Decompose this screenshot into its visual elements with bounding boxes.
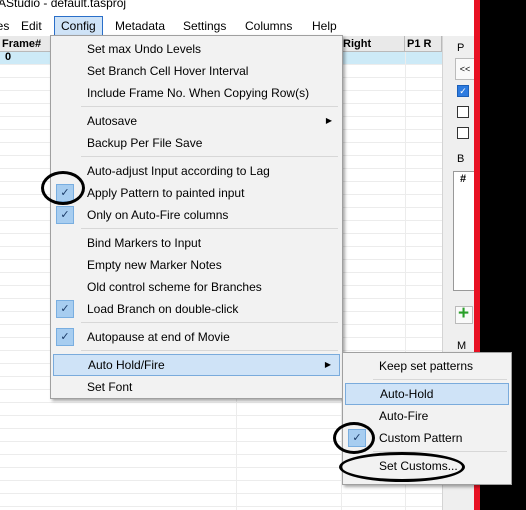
menu-settings[interactable]: Settings bbox=[177, 16, 232, 36]
menu-bar: ies Edit Config Metadata Settings Column… bbox=[0, 14, 474, 38]
frame-number: 0 bbox=[5, 51, 12, 63]
menu-item-auto-hold-fire[interactable]: Auto Hold/Fire ▶ bbox=[53, 354, 340, 376]
rewind-button[interactable]: << bbox=[455, 58, 475, 80]
menu-item-backup[interactable]: Backup Per File Save bbox=[53, 132, 340, 154]
menu-movies[interactable]: ies bbox=[0, 16, 15, 36]
menu-item-keep-patterns[interactable]: Keep set patterns bbox=[345, 355, 509, 377]
add-branch-button[interactable]: + bbox=[455, 303, 473, 324]
column-header-p1r[interactable]: P1 R bbox=[405, 36, 442, 52]
plus-icon: + bbox=[458, 303, 470, 324]
menu-item-load-branch[interactable]: ✓ Load Branch on double-click bbox=[53, 298, 340, 320]
menu-item-apply-pattern[interactable]: ✓ Apply Pattern to painted input bbox=[53, 182, 340, 204]
menu-separator bbox=[373, 379, 507, 380]
menu-edit[interactable]: Edit bbox=[15, 16, 48, 36]
markers-group-label: M bbox=[457, 340, 467, 352]
menu-separator bbox=[81, 322, 338, 323]
menu-columns[interactable]: Columns bbox=[239, 16, 298, 36]
menu-item-empty-notes[interactable]: Empty new Marker Notes bbox=[53, 254, 340, 276]
config-menu: Set max Undo Levels Set Branch Cell Hove… bbox=[50, 35, 343, 399]
annotation-circle bbox=[339, 452, 465, 482]
check-icon: ✓ bbox=[56, 206, 74, 224]
branches-group-label: B bbox=[457, 153, 465, 165]
menu-item-set-font[interactable]: Set Font bbox=[53, 376, 340, 398]
menu-item-undo-levels[interactable]: Set max Undo Levels bbox=[53, 38, 340, 60]
check-icon: ✓ bbox=[56, 328, 74, 346]
menu-item-auto-hold[interactable]: Auto-Hold bbox=[345, 383, 509, 405]
branches-list-header: # bbox=[460, 173, 467, 185]
menu-metadata[interactable]: Metadata bbox=[109, 16, 171, 36]
panel-checkbox-3[interactable] bbox=[457, 127, 469, 139]
menu-item-label: Autopause at end of Movie bbox=[87, 330, 230, 344]
branches-list[interactable]: # bbox=[453, 171, 475, 291]
window-title-bar: AStudio - default.tasproj bbox=[0, 0, 474, 14]
menu-item-include-frame[interactable]: Include Frame No. When Copying Row(s) bbox=[53, 82, 340, 104]
menu-help[interactable]: Help bbox=[306, 16, 343, 36]
menu-item-label: Autosave bbox=[87, 114, 138, 128]
panel-checkbox-2[interactable] bbox=[457, 106, 469, 118]
annotation-circle bbox=[333, 422, 375, 454]
menu-separator bbox=[81, 350, 338, 351]
menu-item-hover-interval[interactable]: Set Branch Cell Hover Interval bbox=[53, 60, 340, 82]
menu-item-label: Apply Pattern to painted input bbox=[87, 186, 245, 200]
table-row[interactable] bbox=[0, 494, 442, 507]
panel-checkbox-1[interactable]: ✓ bbox=[457, 85, 469, 97]
menu-item-label: Custom Pattern bbox=[379, 431, 463, 445]
window-title: AStudio - default.tasproj bbox=[0, 0, 127, 10]
menu-item-old-control[interactable]: Old control scheme for Branches bbox=[53, 276, 340, 298]
menu-item-autosave[interactable]: Autosave ▶ bbox=[53, 110, 340, 132]
annotation-circle bbox=[41, 171, 85, 205]
playback-group-label: P bbox=[457, 42, 465, 54]
menu-item-autopause[interactable]: ✓ Autopause at end of Movie bbox=[53, 326, 340, 348]
menu-separator bbox=[81, 156, 338, 157]
menu-item-label: Load Branch on double-click bbox=[87, 302, 239, 316]
menu-item-label: Only on Auto-Fire columns bbox=[87, 208, 229, 222]
submenu-arrow-icon: ▶ bbox=[324, 360, 331, 369]
menu-separator bbox=[81, 228, 338, 229]
menu-item-label: Auto Hold/Fire bbox=[88, 358, 165, 372]
column-header-right[interactable]: Right bbox=[341, 36, 405, 52]
menu-separator bbox=[81, 106, 338, 107]
menu-item-auto-adjust[interactable]: Auto-adjust Input according to Lag bbox=[53, 160, 340, 182]
submenu-arrow-icon: ▶ bbox=[325, 116, 332, 125]
menu-item-only-autofire[interactable]: ✓ Only on Auto-Fire columns bbox=[53, 204, 340, 226]
check-icon: ✓ bbox=[56, 300, 74, 318]
menu-item-bind-markers[interactable]: Bind Markers to Input bbox=[53, 232, 340, 254]
menu-item-auto-fire[interactable]: Auto-Fire bbox=[345, 405, 509, 427]
